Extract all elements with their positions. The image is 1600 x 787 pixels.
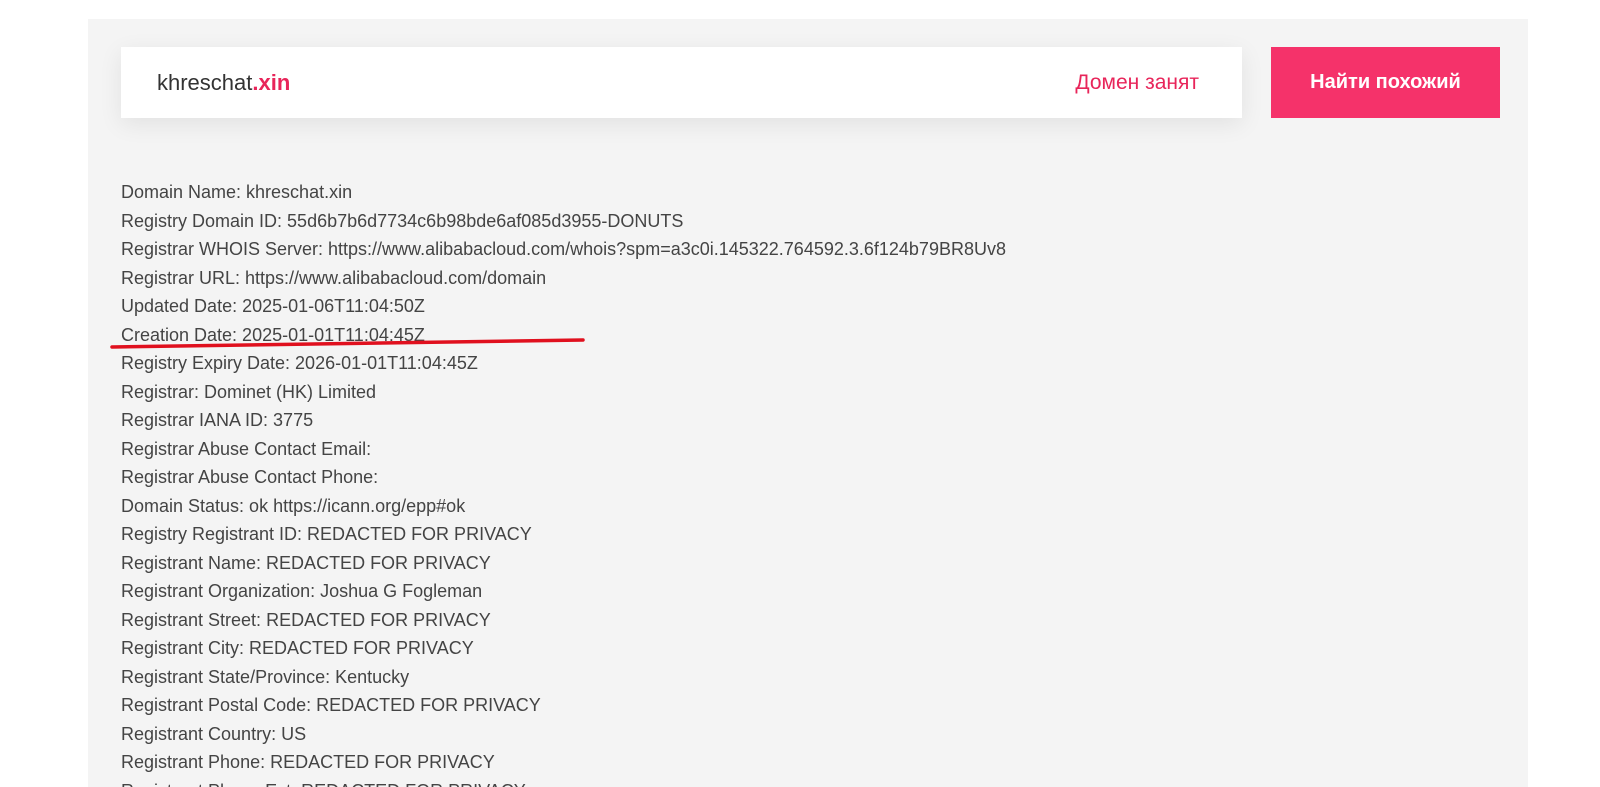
whois-line: Registry Domain ID: 55d6b7b6d7734c6b98bd…	[121, 210, 684, 231]
whois-line: Registrar URL: https://www.alibabacloud.…	[121, 267, 547, 288]
whois-line: Registry Registrant ID: REDACTED FOR PRI…	[121, 524, 532, 544]
domain-name-text: khreschat	[157, 70, 253, 95]
domain-status-label: Домен занят	[1075, 71, 1199, 94]
whois-line: Registrant City: REDACTED FOR PRIVACY	[121, 638, 474, 658]
domain-tld-text: .xin	[252, 70, 291, 95]
whois-line: Registrar IANA ID: 3775	[121, 410, 314, 430]
whois-line: Registrant Street: REDACTED FOR PRIVACY	[121, 609, 491, 630]
whois-line: Registrar Abuse Contact Email:	[121, 438, 372, 459]
whois-result-panel: khreschat.xin Домен занят Найти похожий …	[88, 19, 1528, 787]
whois-line: Creation Date: 2025-01-01T11:04:45Z	[121, 324, 425, 345]
whois-line: Registrant Name: REDACTED FOR PRIVACY	[121, 552, 491, 573]
whois-line: Registrar: Dominet (HK) Limited	[121, 381, 377, 402]
whois-line: Registrant Phone: REDACTED FOR PRIVACY	[121, 752, 495, 772]
whois-line: Domain Status: ok https://icann.org/epp#…	[121, 495, 466, 516]
whois-line: Registry Expiry Date: 2026-01-01T11:04:4…	[121, 353, 478, 373]
whois-record: Domain Name: khreschat.xin Registry Domai…	[121, 178, 1501, 787]
whois-line: Registrar Abuse Contact Phone:	[121, 467, 379, 487]
find-similar-button[interactable]: Найти похожий	[1271, 47, 1500, 118]
whois-line: Registrant Phone Ext: REDACTED FOR PRIVA…	[121, 777, 1501, 787]
whois-line: Registrant Organization: Joshua G Foglem…	[121, 581, 483, 601]
whois-line: Registrant State/Province: Kentucky	[121, 666, 410, 687]
whois-line: Updated Date: 2025-01-06T11:04:50Z	[121, 296, 425, 316]
whois-line: Registrant Postal Code: REDACTED FOR PRI…	[121, 695, 541, 715]
domain-search-box[interactable]: khreschat.xin Домен занят	[121, 47, 1242, 118]
whois-line: Registrar WHOIS Server: https://www.alib…	[121, 239, 1006, 259]
whois-line: Domain Name: khreschat.xin	[121, 182, 353, 202]
whois-line: Registrant Country: US	[121, 723, 307, 744]
domain-query: khreschat.xin	[157, 47, 290, 118]
